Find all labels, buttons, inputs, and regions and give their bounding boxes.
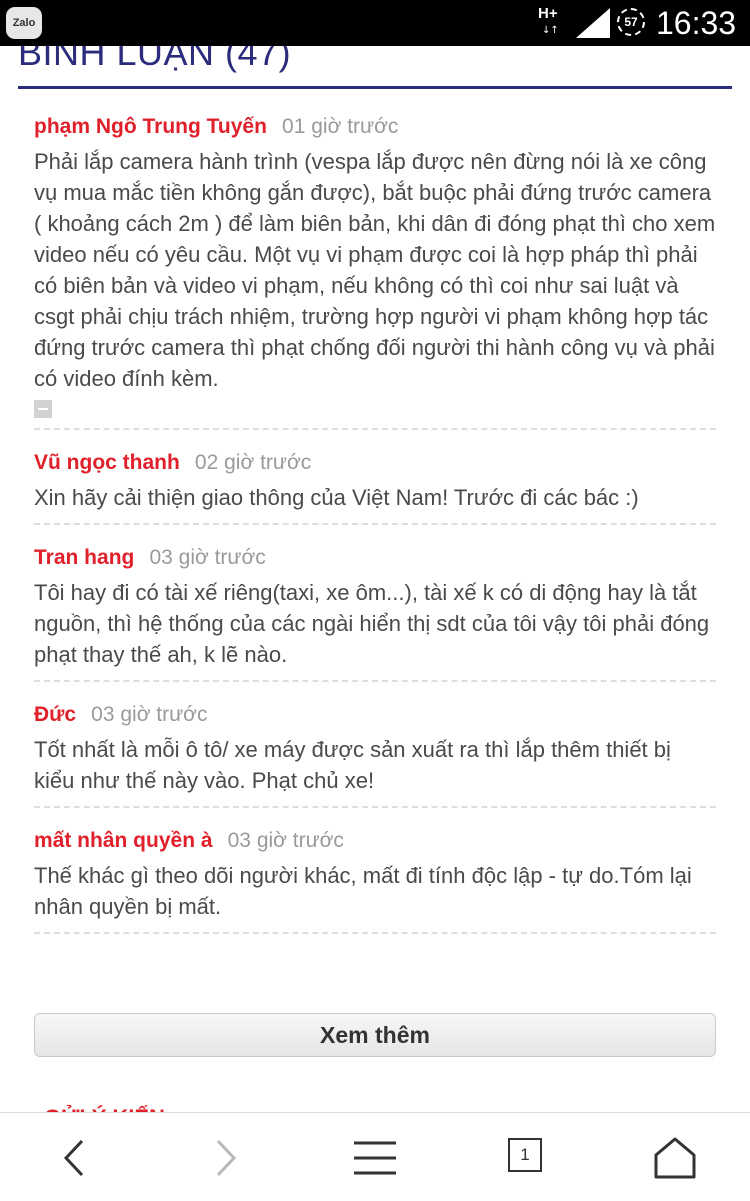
back-button[interactable] (50, 1133, 100, 1183)
home-icon (654, 1137, 696, 1179)
comment-item: mất nhân quyền à 03 giờ trước Thế khác g… (34, 822, 716, 934)
comment-author[interactable]: phạm Ngô Trung Tuyến (34, 115, 267, 138)
comment-time: 01 giờ trước (282, 115, 399, 138)
comment-time: 03 giờ trước (227, 829, 344, 852)
comment-time: 03 giờ trước (91, 703, 208, 726)
comment-body: Phải lắp camera hành trình (vespa lắp đư… (34, 149, 716, 391)
comment-item: phạm Ngô Trung Tuyến 01 giờ trước Phải l… (34, 108, 716, 430)
network-type-label: H+ (538, 5, 558, 22)
collapse-icon[interactable] (34, 400, 52, 418)
comment-time: 02 giờ trước (194, 451, 312, 474)
comment-item: Đức 03 giờ trước Tốt nhất là mỗi ô tô/ x… (34, 696, 716, 808)
comment-author[interactable]: mất nhân quyền à (34, 829, 213, 852)
signal-strength-icon (576, 8, 610, 38)
tab-count: 1 (508, 1138, 542, 1172)
browser-bottom-nav: 1 (0, 1112, 750, 1201)
comment-author[interactable]: Vũ ngọc thanh (34, 451, 180, 474)
tabs-button[interactable]: 1 (498, 1133, 548, 1183)
battery-icon: 57 (617, 8, 645, 36)
forward-button[interactable] (200, 1133, 250, 1183)
comment-list: phạm Ngô Trung Tuyến 01 giờ trước Phải l… (34, 108, 716, 948)
zalo-notification-icon: Zalo (6, 7, 42, 39)
chevron-left-icon (63, 1139, 84, 1177)
comment-body: Tốt nhất là mỗi ô tô/ xe máy được sản xu… (34, 737, 671, 793)
menu-button[interactable] (350, 1133, 400, 1183)
comment-time: 03 giờ trước (149, 546, 266, 569)
comment-body: Thế khác gì theo dõi người khác, mất đi … (34, 863, 692, 919)
hamburger-menu-icon (354, 1141, 396, 1175)
comment-item: Tran hang 03 giờ trước Tôi hay đi có tài… (34, 539, 716, 682)
home-button[interactable] (650, 1133, 700, 1183)
chevron-right-icon (216, 1139, 237, 1177)
send-feedback-heading: GỬI Ý KIẾN (44, 1098, 165, 1112)
comment-author[interactable]: Tran hang (34, 546, 134, 569)
load-more-button[interactable]: Xem thêm (34, 1013, 716, 1057)
title-divider (18, 86, 732, 89)
clock: 16:33 (656, 5, 737, 41)
data-activity-icon: ↓↑ (542, 25, 559, 36)
comment-item: Vũ ngọc thanh 02 giờ trước Xin hãy cải t… (34, 444, 716, 525)
comment-body: Tôi hay đi có tài xế riêng(taxi, xe ôm..… (34, 580, 710, 667)
status-bar: Zalo H+ ↓↑ 57 16:33 (0, 0, 750, 46)
comment-author[interactable]: Đức (34, 703, 76, 726)
comment-body: Xin hãy cải thiện giao thông của Việt Na… (34, 485, 639, 510)
